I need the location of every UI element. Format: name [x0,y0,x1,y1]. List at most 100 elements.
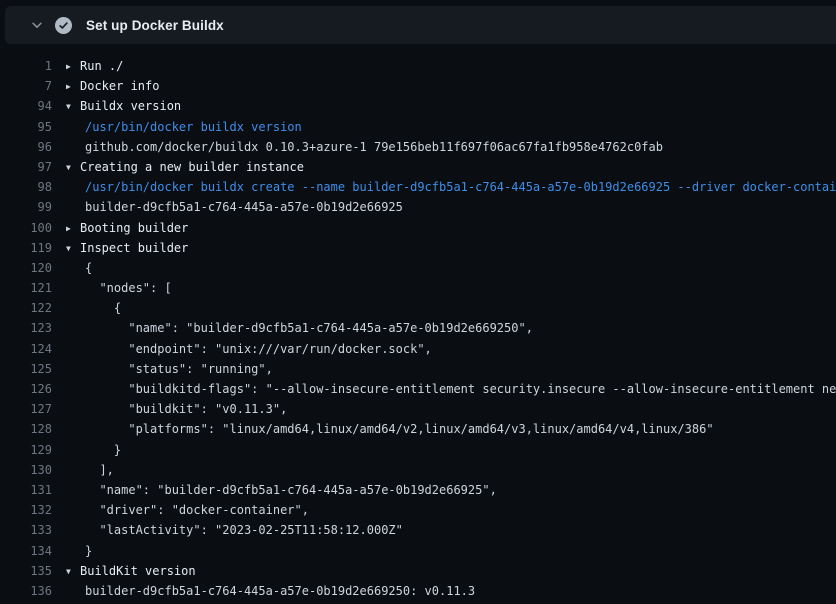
group-expand-arrow-icon[interactable]: ▶ [66,219,80,238]
group-title[interactable]: Booting builder [80,221,188,235]
line-number[interactable]: 131 [0,480,52,500]
step-title: Set up Docker Buildx [86,18,224,33]
output-text: "lastActivity": "2023-02-25T11:58:12.000… [66,520,403,540]
line-number[interactable]: 133 [0,520,52,540]
command-text: /usr/bin/docker buildx create --name bui… [66,177,836,197]
log-line: 127 "buildkit": "v0.11.3", [0,399,836,419]
output-text: } [66,440,121,460]
log-area: 1▶Run ./7▶Docker info94▼Buildx version95… [0,56,836,601]
group-title[interactable]: Creating a new builder instance [80,160,304,174]
log-line: 7 ▶Docker info [0,76,836,96]
line-number[interactable]: 98 [0,177,52,197]
line-number[interactable]: 135 [0,561,52,581]
log-line: 100 ▶Booting builder [0,218,836,238]
output-text: "name": "builder-d9cfb5a1-c764-445a-a57e… [66,318,533,338]
output-text: github.com/docker/buildx 0.10.3+azure-1 … [66,137,663,157]
line-number[interactable]: 127 [0,399,52,419]
log-line: 97 ▼Creating a new builder instance [0,157,836,177]
output-text: { [66,298,121,318]
group-title[interactable]: Run ./ [80,59,123,73]
line-number[interactable]: 96 [0,137,52,157]
log-group-header[interactable]: ▶Docker info [66,76,159,96]
log-line: 94 ▼Buildx version [0,96,836,116]
line-number[interactable]: 124 [0,339,52,359]
group-collapse-arrow-icon[interactable]: ▼ [66,158,80,177]
output-text: "buildkit": "v0.11.3", [66,399,287,419]
output-text: "endpoint": "unix:///var/run/docker.sock… [66,339,432,359]
log-line: 123 "name": "builder-d9cfb5a1-c764-445a-… [0,318,836,338]
line-number[interactable]: 134 [0,541,52,561]
log-line: 131 "name": "builder-d9cfb5a1-c764-445a-… [0,480,836,500]
log-group-header[interactable]: ▼Inspect builder [66,238,188,258]
log-group-header[interactable]: ▼BuildKit version [66,561,196,581]
line-number[interactable]: 126 [0,379,52,399]
log-line: 130 ], [0,460,836,480]
output-text: "buildkitd-flags": "--allow-insecure-ent… [66,379,836,399]
log-line: 122 { [0,298,836,318]
group-title[interactable]: BuildKit version [80,564,196,578]
line-number[interactable]: 7 [0,76,52,96]
log-group-header[interactable]: ▶Booting builder [66,218,188,238]
group-title[interactable]: Inspect builder [80,241,188,255]
line-number[interactable]: 129 [0,440,52,460]
line-number[interactable]: 122 [0,298,52,318]
line-number[interactable]: 132 [0,500,52,520]
chevron-down-icon[interactable] [29,17,45,33]
log-group-header[interactable]: ▶Run ./ [66,56,123,76]
log-line: 96 github.com/docker/buildx 0.10.3+azure-… [0,137,836,157]
output-text: builder-d9cfb5a1-c764-445a-a57e-0b19d2e6… [66,581,475,601]
log-line: 129 } [0,440,836,460]
command-text: /usr/bin/docker buildx version [66,117,302,137]
line-number[interactable]: 123 [0,318,52,338]
line-number[interactable]: 99 [0,197,52,217]
log-line: 124 "endpoint": "unix:///var/run/docker.… [0,339,836,359]
line-number[interactable]: 97 [0,157,52,177]
line-number[interactable]: 94 [0,96,52,116]
line-number[interactable]: 130 [0,460,52,480]
log-line: 126 "buildkitd-flags": "--allow-insecure… [0,379,836,399]
group-title[interactable]: Docker info [80,79,159,93]
log-line: 125 "status": "running", [0,359,836,379]
log-line: 120 { [0,258,836,278]
group-collapse-arrow-icon[interactable]: ▼ [66,562,80,581]
group-title[interactable]: Buildx version [80,99,181,113]
check-circle-icon [55,17,72,34]
log-line: 135 ▼BuildKit version [0,561,836,581]
log-group-header[interactable]: ▼Buildx version [66,96,181,116]
log-group-header[interactable]: ▼Creating a new builder instance [66,157,304,177]
line-number[interactable]: 136 [0,581,52,601]
log-line: 132 "driver": "docker-container", [0,500,836,520]
log-line: 128 "platforms": "linux/amd64,linux/amd6… [0,419,836,439]
step-header[interactable]: Set up Docker Buildx [5,6,836,44]
log-line: 1 ▶Run ./ [0,56,836,76]
output-text: "name": "builder-d9cfb5a1-c764-445a-a57e… [66,480,497,500]
line-number[interactable]: 95 [0,117,52,137]
line-number[interactable]: 128 [0,419,52,439]
line-number[interactable]: 100 [0,218,52,238]
group-expand-arrow-icon[interactable]: ▶ [66,77,80,96]
line-number[interactable]: 121 [0,278,52,298]
output-text: ], [66,460,114,480]
log-line: 98/usr/bin/docker buildx create --name b… [0,177,836,197]
line-number[interactable]: 119 [0,238,52,258]
output-text: "nodes": [ [66,278,172,298]
log-line: 134} [0,541,836,561]
group-expand-arrow-icon[interactable]: ▶ [66,57,80,76]
log-line: 95/usr/bin/docker buildx version [0,117,836,137]
line-number[interactable]: 125 [0,359,52,379]
output-text: "platforms": "linux/amd64,linux/amd64/v2… [66,419,714,439]
output-text: } [66,541,92,561]
log-line: 136 builder-d9cfb5a1-c764-445a-a57e-0b19d… [0,581,836,601]
output-text: builder-d9cfb5a1-c764-445a-a57e-0b19d2e6… [66,197,403,217]
line-number[interactable]: 1 [0,56,52,76]
group-collapse-arrow-icon[interactable]: ▼ [66,239,80,258]
output-text: { [66,258,92,278]
output-text: "status": "running", [66,359,273,379]
group-collapse-arrow-icon[interactable]: ▼ [66,97,80,116]
log-line: 121 "nodes": [ [0,278,836,298]
line-number[interactable]: 120 [0,258,52,278]
log-line: 119 ▼Inspect builder [0,238,836,258]
log-line: 133 "lastActivity": "2023-02-25T11:58:12… [0,520,836,540]
log-line: 99 builder-d9cfb5a1-c764-445a-a57e-0b19d2… [0,197,836,217]
output-text: "driver": "docker-container", [66,500,309,520]
